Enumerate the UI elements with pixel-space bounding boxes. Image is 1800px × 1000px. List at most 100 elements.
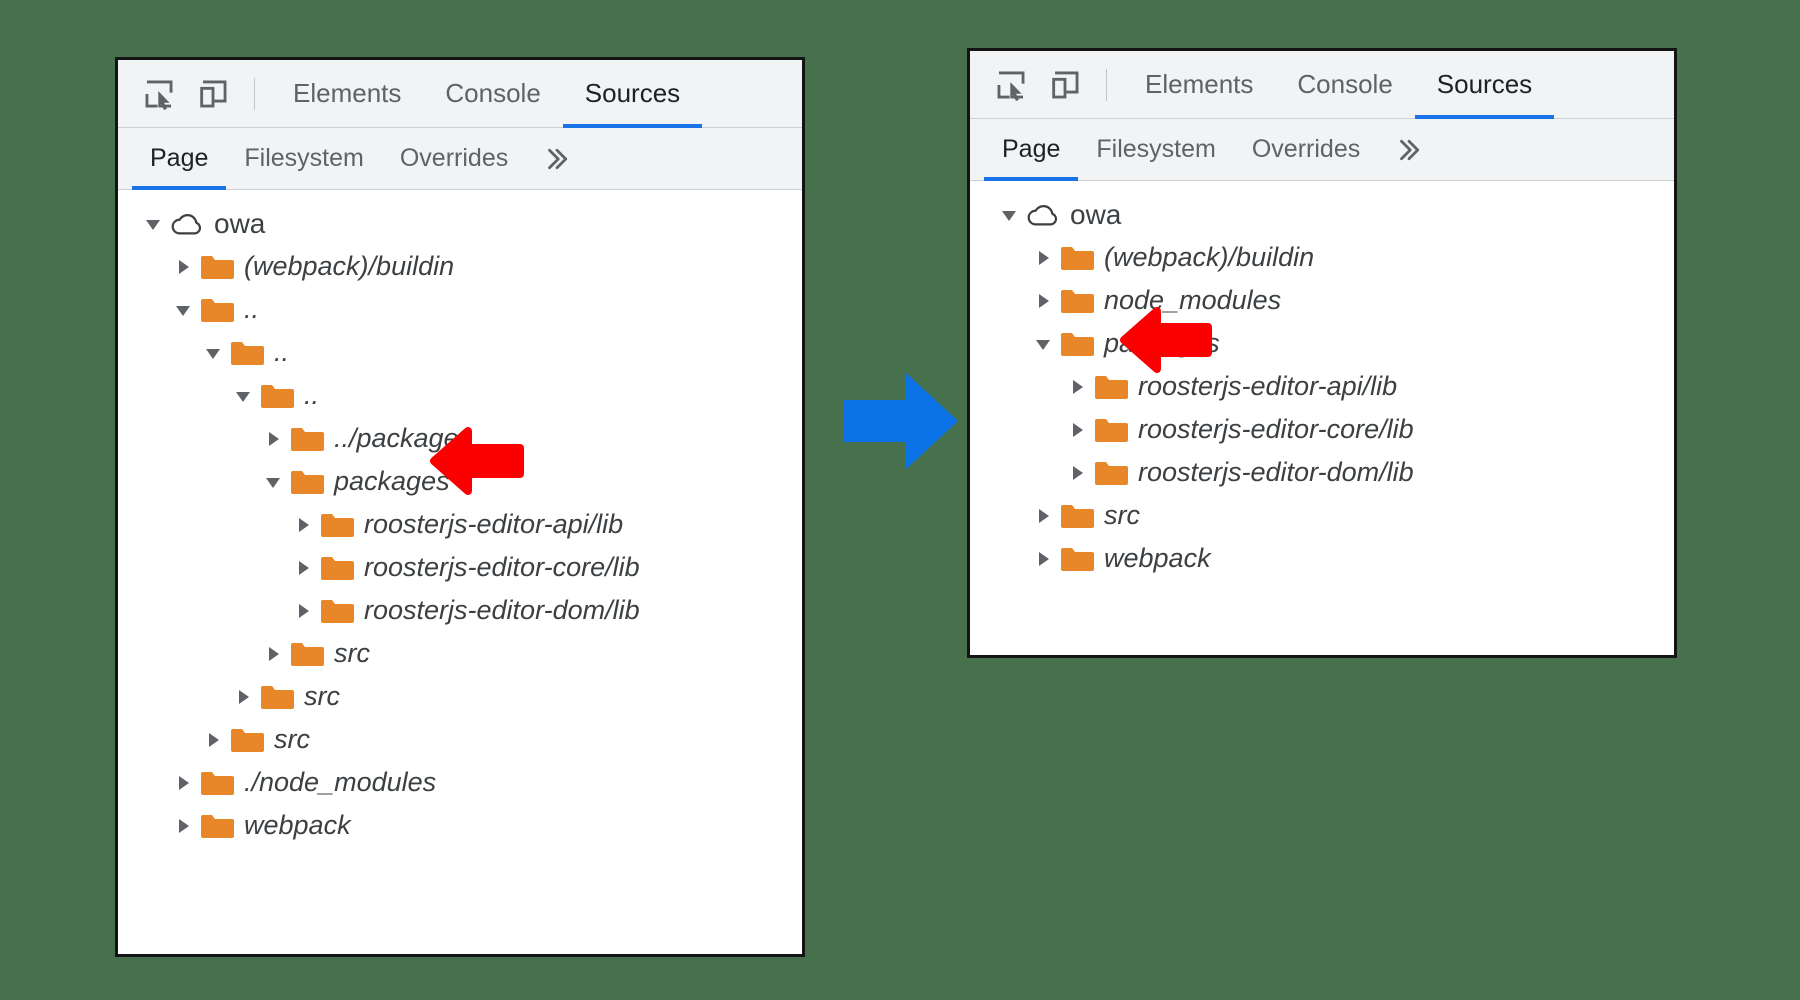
- tree-row[interactable]: node_modules: [970, 279, 1674, 322]
- tree-row-label: roosterjs-editor-api/lib: [364, 509, 623, 540]
- chevron-down-icon[interactable]: [1030, 331, 1056, 357]
- more-tabs-icon[interactable]: [1378, 119, 1440, 180]
- chevron-right-icon: [173, 773, 193, 793]
- folder-icon: [1060, 544, 1094, 574]
- folder-icon: [200, 295, 234, 325]
- tree-row[interactable]: src: [118, 632, 802, 675]
- tree-row[interactable]: roosterjs-editor-dom/lib: [118, 589, 802, 632]
- sources-navigator-toolbar: Page Filesystem Overrides: [118, 128, 802, 190]
- chevron-right-icon[interactable]: [1064, 417, 1090, 443]
- tree-row[interactable]: packages: [118, 460, 802, 503]
- tree-row[interactable]: owa: [118, 202, 802, 245]
- chevron-down-icon[interactable]: [200, 340, 226, 366]
- tree-row[interactable]: ..: [118, 288, 802, 331]
- subtab-filesystem[interactable]: Filesystem: [226, 128, 381, 189]
- tree-row-label: (webpack)/buildin: [244, 251, 454, 282]
- tree-row[interactable]: packages: [970, 322, 1674, 365]
- chevron-right-icon[interactable]: [260, 641, 286, 667]
- subtab-page[interactable]: Page: [984, 119, 1078, 180]
- chevron-right-icon[interactable]: [1064, 374, 1090, 400]
- chevron-down-icon[interactable]: [170, 297, 196, 323]
- cloud-icon: [170, 209, 204, 239]
- folder-icon: [200, 811, 234, 841]
- chevron-right-icon[interactable]: [1030, 245, 1056, 271]
- tree-row[interactable]: owa: [970, 193, 1674, 236]
- tree-row[interactable]: roosterjs-editor-core/lib: [970, 408, 1674, 451]
- chevron-right-icon[interactable]: [170, 254, 196, 280]
- tree-row[interactable]: src: [970, 494, 1674, 537]
- tab-console[interactable]: Console: [1275, 51, 1414, 118]
- folder-icon: [320, 510, 354, 540]
- chevron-right-icon[interactable]: [260, 426, 286, 452]
- chevron-down-icon: [203, 343, 223, 363]
- device-toolbar-icon[interactable]: [190, 71, 236, 117]
- subtab-filesystem[interactable]: Filesystem: [1078, 119, 1233, 180]
- tab-console[interactable]: Console: [423, 60, 562, 127]
- tree-row[interactable]: roosterjs-editor-core/lib: [118, 546, 802, 589]
- tree-row[interactable]: ..: [118, 374, 802, 417]
- file-tree-before[interactable]: owa (webpack)/buildin...... ../packages pac…: [118, 190, 802, 953]
- inspect-element-icon[interactable]: [988, 62, 1034, 108]
- tree-row[interactable]: src: [118, 718, 802, 761]
- chevron-right-icon[interactable]: [200, 727, 226, 753]
- subtab-overrides[interactable]: Overrides: [1234, 119, 1378, 180]
- tree-row[interactable]: webpack: [970, 537, 1674, 580]
- devtools-tab-list: Elements Console Sources: [271, 60, 702, 127]
- chevron-right-icon[interactable]: [230, 684, 256, 710]
- tree-row-label: ..: [244, 294, 259, 325]
- more-tabs-icon[interactable]: [526, 128, 588, 189]
- tab-sources[interactable]: Sources: [563, 60, 702, 127]
- tree-row[interactable]: ..: [118, 331, 802, 374]
- inspect-element-icon[interactable]: [136, 71, 182, 117]
- tree-row-label: node_modules: [1104, 285, 1281, 316]
- chevron-right-icon: [293, 558, 313, 578]
- folder-icon: [320, 596, 354, 626]
- tree-row[interactable]: (webpack)/buildin: [118, 245, 802, 288]
- devtools-panel-after: Elements Console Sources Page Filesystem…: [967, 48, 1677, 658]
- chevron-down-icon[interactable]: [260, 469, 286, 495]
- chevron-right-icon[interactable]: [1064, 460, 1090, 486]
- tree-row[interactable]: ./node_modules: [118, 761, 802, 804]
- tree-row[interactable]: roosterjs-editor-api/lib: [970, 365, 1674, 408]
- tree-row[interactable]: src: [118, 675, 802, 718]
- tab-elements[interactable]: Elements: [271, 60, 423, 127]
- device-toolbar-icon[interactable]: [1042, 62, 1088, 108]
- chevron-right-icon[interactable]: [1030, 546, 1056, 572]
- subtab-overrides[interactable]: Overrides: [382, 128, 526, 189]
- tree-row[interactable]: roosterjs-editor-api/lib: [118, 503, 802, 546]
- chevron-right-icon: [173, 816, 193, 836]
- chevron-down-icon[interactable]: [230, 383, 256, 409]
- chevron-right-icon: [233, 687, 253, 707]
- chevron-right-icon[interactable]: [1030, 288, 1056, 314]
- chevron-down-icon[interactable]: [996, 202, 1022, 228]
- tree-row-label: ../packages: [334, 423, 472, 454]
- tab-sources[interactable]: Sources: [1415, 51, 1554, 118]
- chevron-right-icon: [1033, 549, 1053, 569]
- chevron-right-icon: [173, 257, 193, 277]
- chevron-right-icon: [1067, 420, 1087, 440]
- folder-icon: [260, 381, 294, 411]
- chevron-down-icon[interactable]: [140, 211, 166, 237]
- folder-icon: [290, 467, 324, 497]
- chevron-right-icon[interactable]: [290, 512, 316, 538]
- devtools-tab-list: Elements Console Sources: [1123, 51, 1554, 118]
- chevron-down-icon: [1033, 334, 1053, 354]
- subtab-page[interactable]: Page: [132, 128, 226, 189]
- screenshot-stage: Elements Console Sources Page Filesystem…: [0, 0, 1800, 1000]
- tree-row-label: webpack: [1104, 543, 1211, 574]
- cloud-icon: [1026, 200, 1060, 230]
- file-tree-after[interactable]: owa(webpack)/buildin node_modules packages…: [970, 181, 1674, 654]
- tree-row[interactable]: webpack: [118, 804, 802, 847]
- tree-row-label: packages: [1104, 328, 1220, 359]
- chevron-right-icon[interactable]: [170, 770, 196, 796]
- chevron-right-icon[interactable]: [170, 813, 196, 839]
- tree-row[interactable]: (webpack)/buildin: [970, 236, 1674, 279]
- tree-row[interactable]: ../packages: [118, 417, 802, 460]
- tree-row[interactable]: roosterjs-editor-dom/lib: [970, 451, 1674, 494]
- tab-elements[interactable]: Elements: [1123, 51, 1275, 118]
- chevron-right-icon[interactable]: [1030, 503, 1056, 529]
- tree-row-label: roosterjs-editor-dom/lib: [1138, 457, 1414, 488]
- chevron-right-icon[interactable]: [290, 598, 316, 624]
- chevron-right-icon[interactable]: [290, 555, 316, 581]
- folder-icon: [200, 252, 234, 282]
